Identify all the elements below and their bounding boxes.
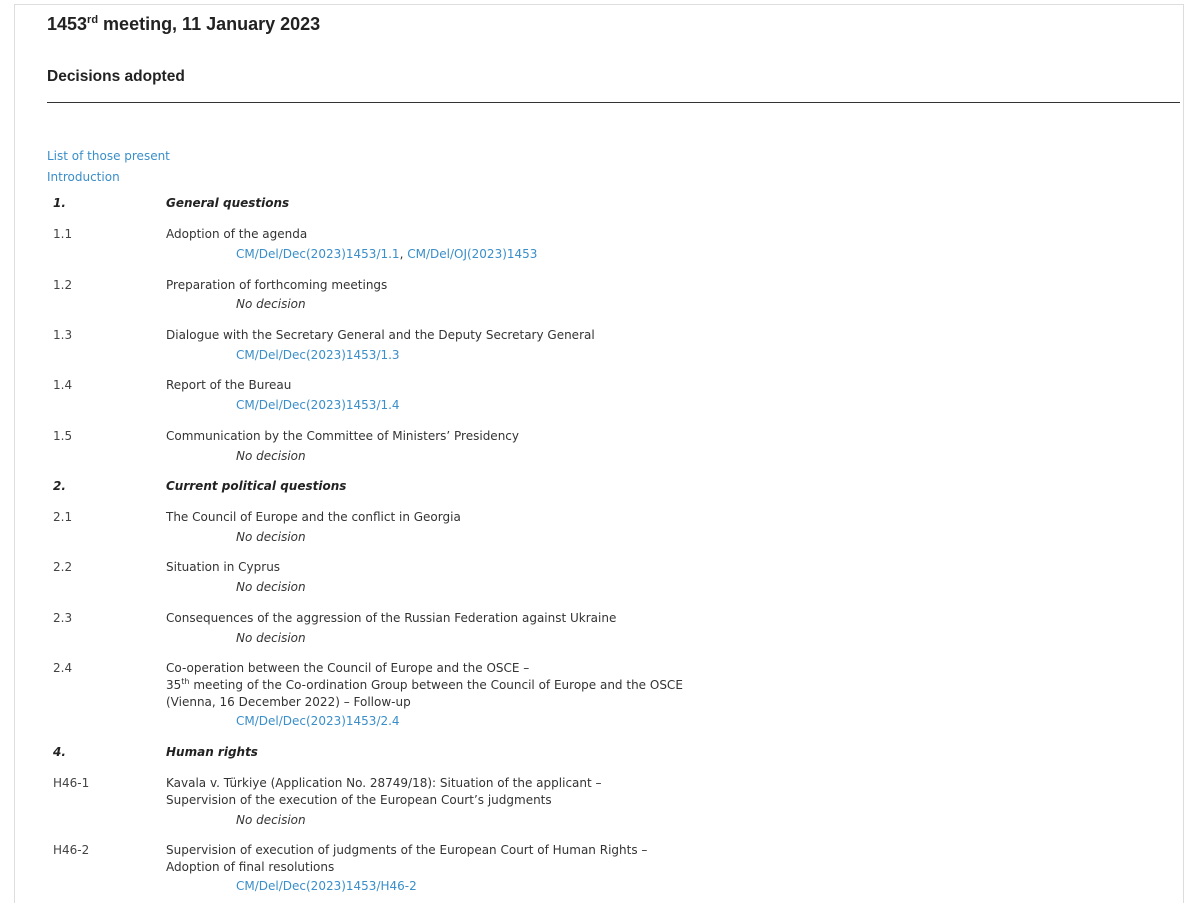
- item-references: CM/Del/Dec(2023)1453/2.4: [236, 714, 400, 728]
- section-title: General questions: [166, 196, 290, 210]
- item-title: Adoption of the agenda: [166, 227, 308, 241]
- item-references: CM/Del/Dec(2023)1453/1.3: [236, 348, 400, 362]
- item-number: 1.4: [53, 378, 73, 392]
- item-number: 2.3: [53, 611, 73, 625]
- item-number: 1.5: [53, 429, 73, 443]
- no-decision-label: No decision: [236, 297, 306, 311]
- item-title: Report of the Bureau: [166, 378, 292, 392]
- item-number: 2.1: [53, 510, 73, 524]
- decision-link[interactable]: CM/Del/Dec(2023)1453/1.4: [236, 398, 400, 412]
- item-title: Consequences of the aggression of the Ru…: [166, 611, 617, 625]
- section-title: Current political questions: [166, 479, 347, 493]
- no-decision-label: No decision: [236, 449, 306, 463]
- no-decision-label: No decision: [236, 580, 306, 594]
- no-decision-label: No decision: [236, 530, 306, 544]
- decision-link[interactable]: CM/Del/Dec(2023)1453/2.4: [236, 714, 400, 728]
- item-references: CM/Del/Dec(2023)1453/H46-2: [236, 879, 417, 893]
- item-title: Preparation of forthcoming meetings: [166, 278, 388, 292]
- section-number: 4.: [53, 745, 66, 759]
- item-number: 2.2: [53, 560, 73, 574]
- page-subtitle: Decisions adopted: [47, 68, 185, 85]
- item-number: 1.3: [53, 328, 73, 342]
- agenda-link[interactable]: CM/Del/OJ(2023)1453: [407, 247, 537, 261]
- item-title: The Council of Europe and the conflict i…: [166, 510, 461, 524]
- item-title: Situation in Cyprus: [166, 560, 281, 574]
- item-title: Supervision of execution of judgments of…: [166, 843, 648, 874]
- section-number: 2.: [53, 479, 66, 493]
- item-number: 2.4: [53, 661, 73, 675]
- item-references: CM/Del/Dec(2023)1453/1.1, CM/Del/OJ(2023…: [236, 247, 538, 261]
- item-number: 1.2: [53, 278, 73, 292]
- item-title: Co-operation between the Council of Euro…: [166, 661, 683, 709]
- no-decision-label: No decision: [236, 813, 306, 827]
- section-title: Human rights: [166, 745, 258, 759]
- page-title: 1453rd meeting, 11 January 2023: [47, 14, 321, 34]
- item-title: Kavala v. Türkiye (Application No. 28749…: [166, 776, 602, 807]
- item-title: Communication by the Committee of Minist…: [166, 429, 519, 443]
- list-of-present-link[interactable]: List of those present: [47, 149, 170, 163]
- introduction-link[interactable]: Introduction: [47, 170, 120, 184]
- section-number: 1.: [53, 196, 66, 210]
- no-decision-label: No decision: [236, 631, 306, 645]
- page-frame: 1453rd meeting, 11 January 2023 Decision…: [14, 4, 1184, 903]
- item-number: H46-2: [53, 843, 90, 857]
- item-number: H46-1: [53, 776, 90, 790]
- divider: [47, 102, 1180, 103]
- item-number: 1.1: [53, 227, 73, 241]
- item-references: CM/Del/Dec(2023)1453/1.4: [236, 398, 400, 412]
- decision-link[interactable]: CM/Del/Dec(2023)1453/H46-2: [236, 879, 417, 893]
- decision-link[interactable]: CM/Del/Dec(2023)1453/1.1: [236, 247, 400, 261]
- item-title: Dialogue with the Secretary General and …: [166, 328, 595, 342]
- decision-link[interactable]: CM/Del/Dec(2023)1453/1.3: [236, 348, 400, 362]
